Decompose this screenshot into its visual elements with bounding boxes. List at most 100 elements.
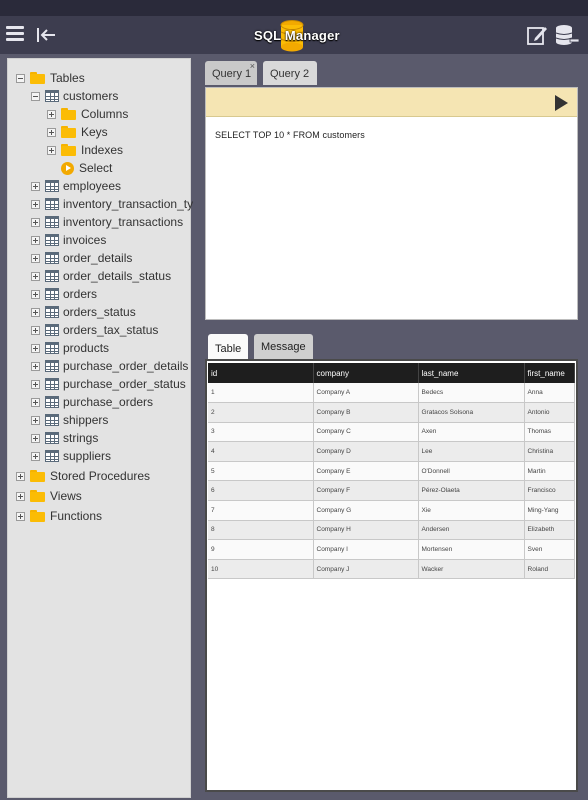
table-cell: Wacker <box>418 559 525 580</box>
expand-toggle-icon[interactable] <box>31 325 40 335</box>
table-icon <box>45 342 59 354</box>
table-row[interactable]: 2 Company B Gratacos Solsona Antonio <box>208 402 575 423</box>
expand-toggle-icon[interactable] <box>47 109 56 119</box>
tab-query-2[interactable]: Query 2 <box>263 61 317 85</box>
column-header[interactable]: first_name <box>524 363 575 383</box>
app-bar: SQL Manager <box>0 16 588 54</box>
tree-node-label: orders_status <box>63 305 136 319</box>
tree-node-label: products <box>63 341 110 355</box>
expand-toggle-icon[interactable] <box>31 181 40 191</box>
expand-toggle-icon[interactable] <box>31 433 40 443</box>
tree-node-table[interactable]: shippers <box>31 411 108 429</box>
tab-table[interactable]: Table <box>208 334 248 360</box>
table-cell: Andersen <box>418 520 525 541</box>
tree-node-keys[interactable]: Keys <box>47 123 108 141</box>
tree-node-table[interactable]: suppliers <box>31 447 111 465</box>
column-header[interactable]: company <box>313 363 419 383</box>
tab-message[interactable]: Message <box>254 334 313 360</box>
tree-node-table[interactable]: purchase_orders <box>31 393 153 411</box>
expand-toggle-icon[interactable] <box>47 127 56 137</box>
sql-text[interactable]: SELECT TOP 10 * FROM customers <box>215 130 365 140</box>
tree-node-select[interactable]: Select <box>61 159 112 177</box>
tree-node-table[interactable]: inventory_transaction_ty <box>31 195 193 213</box>
table-row[interactable]: 1 Company A Bedecs Anna <box>208 383 575 404</box>
tree-node-functions[interactable]: Functions <box>16 507 102 525</box>
collapse-left-icon[interactable] <box>34 23 58 47</box>
expand-toggle-icon[interactable] <box>16 491 25 501</box>
run-query-button[interactable] <box>555 95 568 111</box>
table-row[interactable]: 6 Company F Pérez-Olaeta Francisco <box>208 480 575 502</box>
expand-toggle-icon[interactable] <box>31 343 40 353</box>
tree-node-table[interactable]: purchase_order_status <box>31 375 186 393</box>
tree-node-label: orders_tax_status <box>63 323 159 337</box>
expand-toggle-icon[interactable] <box>47 145 56 155</box>
run-toolbar <box>206 88 577 117</box>
expand-toggle-icon[interactable] <box>31 289 40 299</box>
column-header[interactable]: id <box>208 363 314 383</box>
collapse-toggle-icon[interactable] <box>31 91 40 101</box>
expand-toggle-icon[interactable] <box>31 307 40 317</box>
expand-toggle-icon[interactable] <box>31 235 40 245</box>
table-cell: 4 <box>208 441 314 462</box>
tree-node-indexes[interactable]: Indexes <box>47 141 123 159</box>
table-icon <box>45 288 59 300</box>
table-row[interactable]: 7 Company G Xie Ming-Yang <box>208 500 575 521</box>
table-icon <box>45 432 59 444</box>
collapse-toggle-icon[interactable] <box>16 73 25 83</box>
tree-node-table[interactable]: order_details <box>31 249 132 267</box>
tree-node-table[interactable]: orders_status <box>31 303 136 321</box>
folder-icon <box>30 72 45 84</box>
tree-node-label: Tables <box>50 71 85 85</box>
tree-node-label: order_details <box>63 251 133 265</box>
database-remove-icon[interactable] <box>554 24 580 46</box>
tree-node-table[interactable]: invoices <box>31 231 106 249</box>
table-cell: Company I <box>313 539 419 560</box>
table-row[interactable]: 8 Company H Andersen Elizabeth <box>208 520 575 541</box>
expand-toggle-icon[interactable] <box>31 199 40 209</box>
table-row[interactable]: 10 Company J Wacker Roland <box>208 559 575 580</box>
table-row[interactable]: 4 Company D Lee Christina <box>208 441 575 462</box>
table-row[interactable]: 3 Company C Axen Thomas <box>208 422 575 443</box>
expand-toggle-icon[interactable] <box>31 253 40 263</box>
table-cell: Anna <box>524 383 575 404</box>
tab-query-1[interactable]: Query 1 × <box>205 61 257 85</box>
close-tab-icon[interactable]: × <box>250 61 255 71</box>
expand-toggle-icon[interactable] <box>31 217 40 227</box>
expand-toggle-icon[interactable] <box>31 451 40 461</box>
table-row[interactable]: 5 Company E O'Donnell Martin <box>208 461 575 482</box>
tree-node-label: Indexes <box>81 143 124 157</box>
table-icon <box>45 234 59 246</box>
expand-toggle-icon[interactable] <box>31 379 40 389</box>
tree-node-label: inventory_transactions <box>63 215 184 229</box>
expand-toggle-icon[interactable] <box>31 415 40 425</box>
tree-node-table[interactable]: orders_tax_status <box>31 321 158 339</box>
tree-node-tables[interactable]: Tables <box>16 69 85 87</box>
tree-node-label: Views <box>50 489 82 503</box>
edit-icon[interactable] <box>526 24 548 46</box>
expand-toggle-icon[interactable] <box>16 511 25 521</box>
expand-toggle-icon[interactable] <box>31 361 40 371</box>
tree-node-table[interactable]: employees <box>31 177 121 195</box>
folder-icon <box>61 126 76 138</box>
tree-node-columns[interactable]: Columns <box>47 105 128 123</box>
tree-node-table[interactable]: products <box>31 339 109 357</box>
sql-editor[interactable]: SELECT TOP 10 * FROM customers <box>205 87 578 320</box>
expand-toggle-icon[interactable] <box>31 397 40 407</box>
table-icon <box>45 306 59 318</box>
tree-node-table[interactable]: orders <box>31 285 97 303</box>
tree-node-stored-procedures[interactable]: Stored Procedures <box>16 467 150 485</box>
tree-node-table[interactable]: purchase_order_details <box>31 357 188 375</box>
column-header[interactable]: last_name <box>418 363 525 383</box>
table-icon <box>45 324 59 336</box>
tree-node-table[interactable]: strings <box>31 429 98 447</box>
table-cell: Company C <box>313 422 419 443</box>
tree-node-views[interactable]: Views <box>16 487 82 505</box>
hamburger-menu-icon[interactable] <box>6 26 24 42</box>
tree-node-table[interactable]: inventory_transactions <box>31 213 183 231</box>
tree-node-table[interactable]: order_details_status <box>31 267 171 285</box>
expand-toggle-icon[interactable] <box>31 271 40 281</box>
table-cell: 2 <box>208 402 314 423</box>
table-row[interactable]: 9 Company I Mortensen Sven <box>208 539 575 560</box>
tree-node-customers[interactable]: customers <box>31 87 118 105</box>
expand-toggle-icon[interactable] <box>16 471 25 481</box>
